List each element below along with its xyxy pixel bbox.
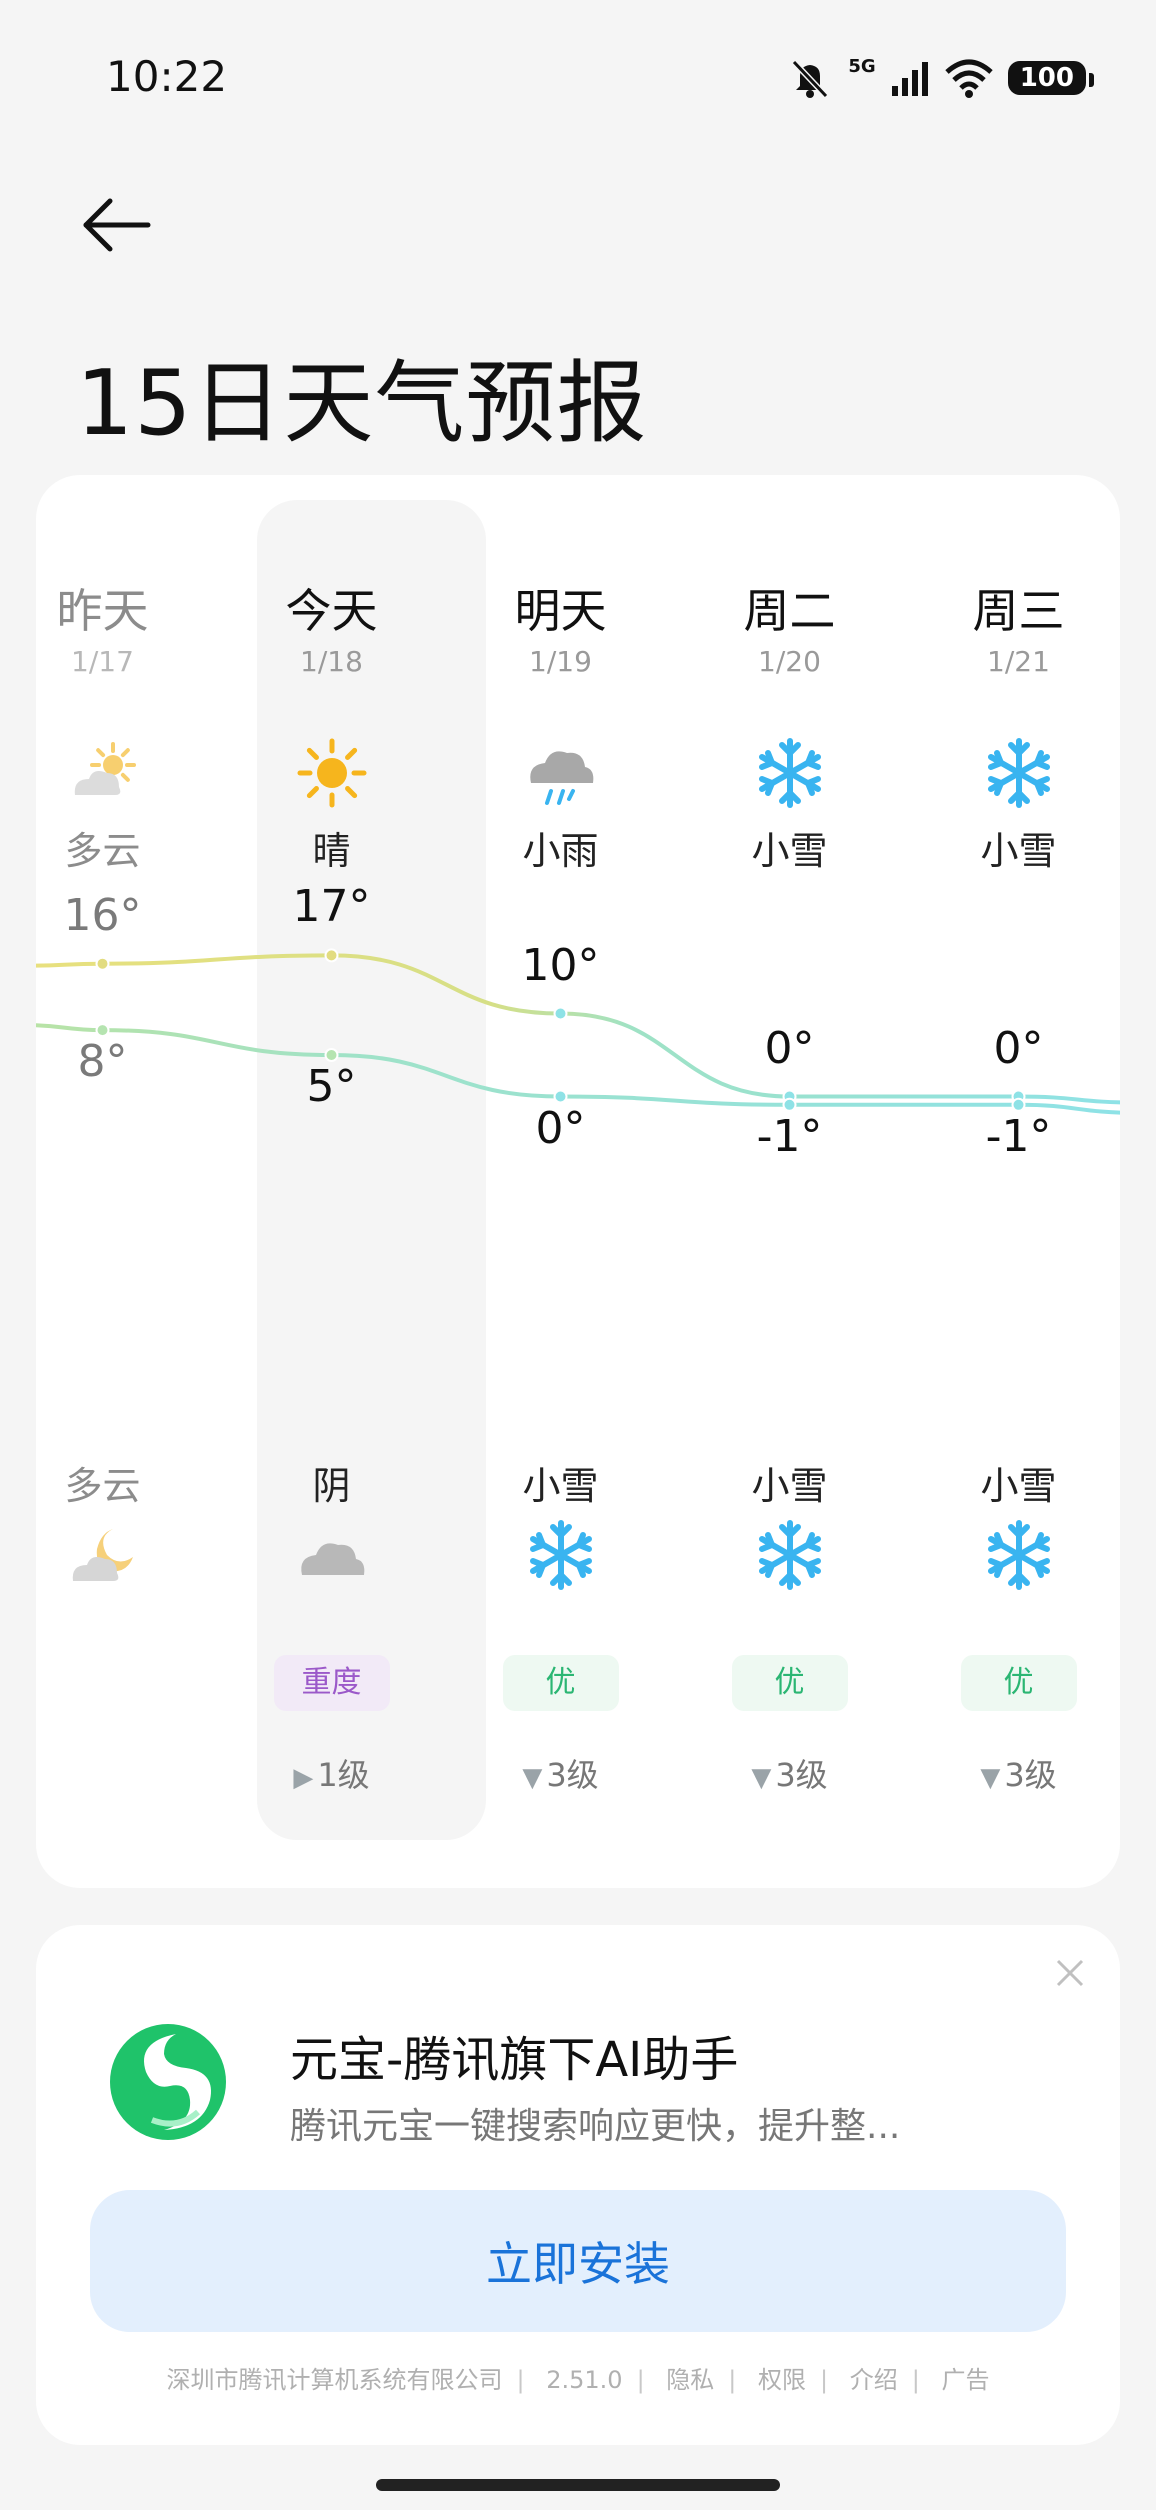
footer-company: 深圳市腾讯计算机系统有限公司 — [166, 2366, 503, 2394]
sun-icon — [297, 738, 366, 808]
partly-cloudy-day-icon — [74, 742, 136, 795]
cloud-icon — [300, 1543, 364, 1575]
day-weather: 小雨 — [522, 829, 599, 873]
low-temperature-label: 0° — [535, 1102, 586, 1154]
snowflake-icon — [758, 1520, 821, 1590]
network-type: 5G — [848, 56, 876, 77]
signal-icon — [891, 62, 928, 96]
wind-direction-icon: ▼ — [980, 1763, 1001, 1793]
wind-text: 3级 — [546, 1756, 599, 1794]
forecast-day-today[interactable]: 今天 1/18 晴阴重度 ▶ 1级 — [217, 475, 446, 1888]
wifi-icon — [945, 59, 993, 98]
wind-direction-icon: ▶ — [293, 1763, 314, 1793]
day-date: 1/17 — [71, 645, 134, 678]
page-title: 15日天气预报 — [76, 351, 648, 456]
wind-level: ▼ 3级 — [446, 1750, 675, 1796]
air-quality-badge: 优 — [731, 1655, 848, 1711]
close-icon[interactable] — [1052, 1955, 1088, 1991]
footer-version: 2.51.0 — [546, 2366, 623, 2394]
snowflake-icon — [987, 1520, 1050, 1590]
day-weather: 小雪 — [980, 829, 1057, 873]
wind-level: ▼ 3级 — [675, 1750, 904, 1796]
day-date: 1/19 — [529, 645, 592, 678]
day-name: 周二 — [743, 584, 836, 638]
high-temperature-label: 0° — [993, 1022, 1044, 1074]
install-button[interactable]: 立即安装 — [90, 2190, 1066, 2332]
day-name: 明天 — [514, 584, 607, 638]
status-icons: 5G 100 — [786, 56, 1095, 100]
back-button[interactable] — [76, 190, 156, 260]
snowflake-icon — [529, 1520, 592, 1590]
rain-icon — [529, 751, 593, 805]
footer-permissions-link[interactable]: 权限 — [758, 2366, 806, 2394]
footer-ad-link[interactable]: 广告 — [942, 2366, 990, 2394]
forecast-card[interactable]: 昨天 1/17 多云 多云 今天 1/18 晴阴重度 ▶ 1级 明天 1/19 小雨 小雪优 ▼ 3级 周二 1… — [36, 475, 1120, 1888]
wind-level: ▼ 3级 — [904, 1750, 1120, 1796]
low-temperature-label: -1° — [985, 1110, 1052, 1162]
wind-direction-icon: ▼ — [751, 1763, 772, 1793]
footer-intro-link[interactable]: 介绍 — [850, 2366, 898, 2394]
high-temperature-label: 0° — [764, 1022, 815, 1074]
day-weather: 小雪 — [751, 829, 828, 873]
snowflake-icon — [987, 738, 1050, 808]
night-weather: 多云 — [64, 1464, 141, 1508]
snowflake-icon — [758, 738, 821, 808]
air-quality-badge: 优 — [960, 1655, 1077, 1711]
day-date: 1/20 — [758, 645, 821, 678]
wind-text: 3级 — [775, 1756, 828, 1794]
night-weather: 小雪 — [751, 1464, 828, 1508]
forecast-day-tue[interactable]: 周二 1/20 小雪 小雪优 ▼ 3级 — [675, 475, 904, 1888]
low-temperature-label: 5° — [306, 1061, 357, 1112]
high-temperature-label: 17° — [292, 881, 371, 933]
mute-icon — [792, 59, 829, 99]
low-temperature-label: 8° — [77, 1036, 128, 1088]
low-temperature-label: -1° — [756, 1110, 823, 1162]
forecast-day-wed[interactable]: 周三 1/21 小雪 小雪优 ▼ 3级 — [904, 475, 1120, 1888]
night-weather: 阴 — [312, 1464, 351, 1508]
wind-direction-icon: ▼ — [522, 1763, 543, 1793]
forecast-day-tomorrow[interactable]: 明天 1/19 小雨小雪优 ▼ 3级 — [446, 475, 675, 1888]
ad-footer: 深圳市腾讯计算机系统有限公司 | 2.51.0 | 隐私 | 权限 | 介绍 | 广告 — [166, 2366, 990, 2394]
night-weather: 小雪 — [522, 1464, 599, 1508]
wind-level: ▶ 1级 — [217, 1750, 446, 1796]
ad-card: 元宝-腾讯旗下AI助手 腾讯元宝一键搜索响应更快，提升整... 立即安装 深圳市… — [36, 1925, 1120, 2445]
wind-text: 1级 — [317, 1756, 370, 1794]
day-weather: 多云 — [64, 829, 141, 873]
arrow-left-icon — [83, 198, 151, 252]
air-quality-badge: 重度 — [273, 1655, 390, 1711]
high-temperature-label: 10° — [521, 939, 600, 991]
day-date: 1/18 — [300, 645, 363, 678]
yuanbao-logo-icon[interactable] — [106, 2020, 230, 2144]
status-time: 10:22 — [106, 52, 228, 101]
day-name: 今天 — [285, 584, 378, 638]
day-weather: 晴 — [312, 829, 351, 873]
home-indicator[interactable] — [376, 2479, 780, 2491]
day-name: 昨天 — [56, 584, 149, 638]
forecast-day-yesterday[interactable]: 昨天 1/17 多云 多云 — [36, 475, 217, 1888]
day-date: 1/21 — [987, 645, 1050, 678]
air-quality-badge: 优 — [502, 1655, 619, 1711]
ad-title[interactable]: 元宝-腾讯旗下AI助手 — [290, 2020, 738, 2090]
partly-cloudy-night-icon — [72, 1529, 133, 1581]
day-name: 周三 — [972, 584, 1065, 638]
night-weather: 小雪 — [980, 1464, 1057, 1508]
wind-text: 3级 — [1004, 1756, 1057, 1794]
ad-description[interactable]: 腾讯元宝一键搜索响应更快，提升整... — [290, 2097, 1010, 2149]
footer-privacy-link[interactable]: 隐私 — [666, 2366, 714, 2394]
high-temperature-label: 16° — [63, 889, 142, 941]
battery-indicator: 100 — [1007, 61, 1095, 95]
